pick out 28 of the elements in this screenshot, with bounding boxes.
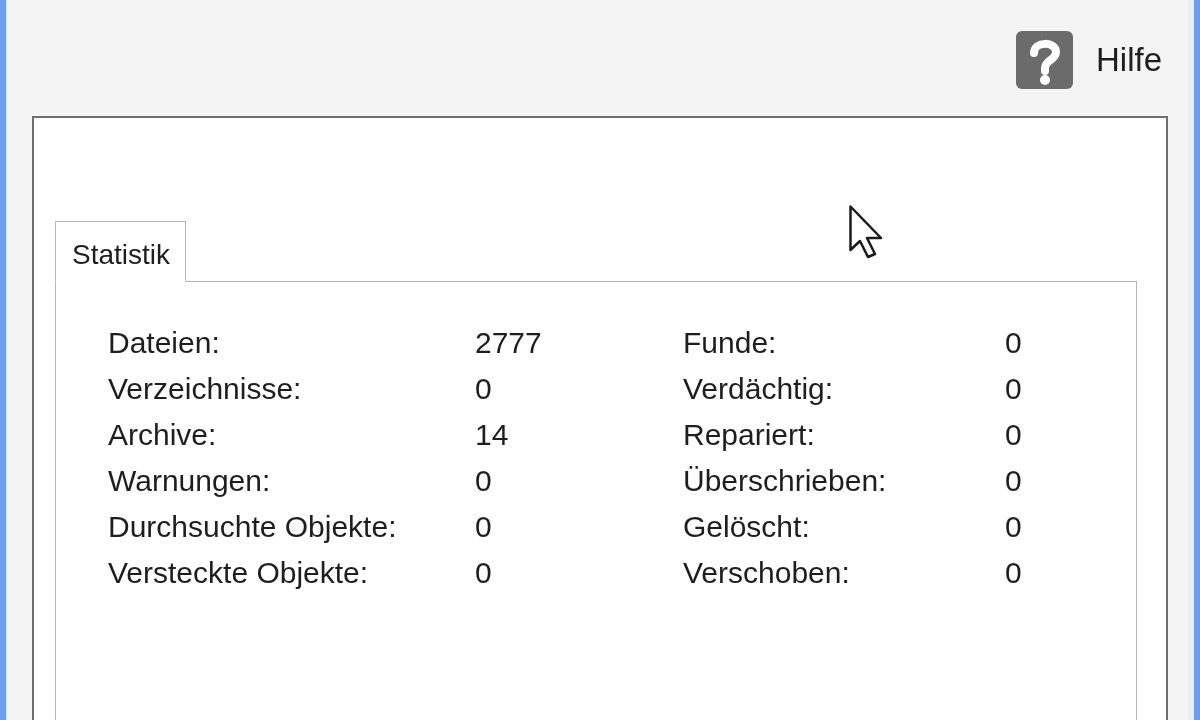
- stat-label: Verzeichnisse:: [108, 371, 302, 407]
- stat-label: Versteckte Objekte:: [108, 555, 369, 591]
- stat-label: Dateien:: [108, 325, 220, 361]
- mouse-pointer-icon: [849, 205, 883, 259]
- stat-value: 0: [1005, 325, 1022, 361]
- stat-label: Gelöscht:: [683, 509, 810, 545]
- stat-label: Archive:: [108, 417, 217, 453]
- stat-value: 0: [475, 463, 492, 499]
- help-button[interactable]: Hilfe: [1015, 31, 1162, 89]
- stat-label: Repariert:: [683, 417, 815, 453]
- stat-label: Durchsuchte Objekte:: [108, 509, 397, 545]
- stat-label: Funde:: [683, 325, 777, 361]
- stat-value: 0: [1005, 417, 1022, 453]
- help-icon: [1015, 31, 1073, 89]
- stat-label: Verschoben:: [683, 555, 850, 591]
- stat-value: 0: [1005, 509, 1022, 545]
- stat-value: 0: [475, 555, 492, 591]
- stat-value: 0: [475, 509, 492, 545]
- tab[interactable]: Statistik: [55, 221, 186, 282]
- stat-value: 2777: [475, 325, 542, 361]
- stat-value: 0: [1005, 555, 1022, 591]
- stat-label: Verdächtig:: [683, 371, 834, 407]
- stat-value: 14: [475, 417, 509, 453]
- stat-value: 0: [475, 371, 492, 407]
- stat-label: Überschrieben:: [683, 463, 887, 499]
- stat-value: 0: [1005, 463, 1022, 499]
- stat-value: 0: [1005, 371, 1022, 407]
- stat-label: Warnungen:: [108, 463, 271, 499]
